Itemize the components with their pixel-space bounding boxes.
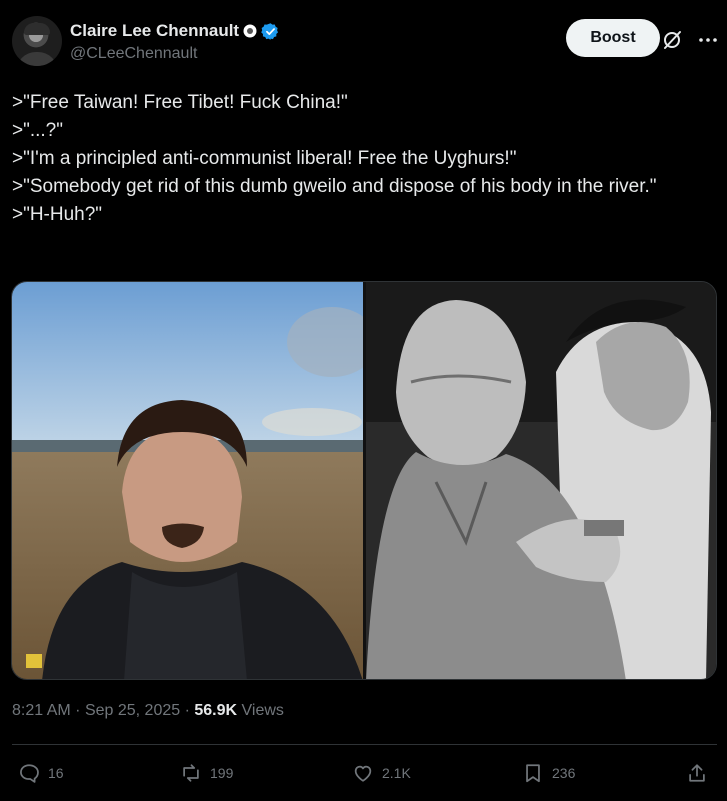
- avatar[interactable]: [12, 16, 62, 66]
- post-line: >"...?": [12, 120, 63, 141]
- reply-count: 16: [48, 765, 64, 781]
- bookmark-button[interactable]: 236: [522, 762, 575, 784]
- repost-count: 199: [210, 765, 234, 781]
- post-date[interactable]: Sep 25, 2025: [85, 702, 180, 719]
- heart-icon: [354, 765, 372, 782]
- bookmark-count: 236: [552, 765, 576, 781]
- affiliate-badge-icon: [243, 24, 257, 38]
- share-button[interactable]: [686, 762, 708, 784]
- like-button[interactable]: 2.1K: [352, 762, 411, 784]
- views-label: Views: [241, 702, 284, 719]
- reply-button[interactable]: 16: [18, 762, 64, 784]
- author-names: Claire Lee Chennault @CLeeChennault: [70, 21, 280, 63]
- more-options-icon[interactable]: [696, 28, 720, 52]
- meta-separator: ·: [75, 702, 81, 719]
- display-name-row: Claire Lee Chennault: [70, 21, 280, 41]
- post-container: Claire Lee Chennault @CLeeChennault Boos…: [0, 0, 727, 801]
- post-line: >"H-Huh?": [12, 204, 103, 225]
- views-count: 56.9K: [194, 702, 238, 719]
- display-name[interactable]: Claire Lee Chennault: [70, 21, 239, 41]
- post-line: >"Somebody get rid of this dumb gweilo a…: [12, 176, 657, 197]
- divider: [12, 744, 717, 745]
- post-meta: 8:21 AM · Sep 25, 2025 · 56.9K Views: [12, 702, 284, 720]
- share-icon: [689, 764, 705, 782]
- post-line: >"Free Taiwan! Free Tibet! Fuck China!": [12, 92, 348, 113]
- author-handle[interactable]: @CLeeChennault: [70, 45, 280, 63]
- photo-left[interactable]: [12, 282, 363, 679]
- boost-button[interactable]: Boost: [566, 19, 660, 57]
- photo-right[interactable]: [366, 282, 716, 679]
- like-count: 2.1K: [382, 765, 411, 781]
- grok-icon[interactable]: [660, 28, 684, 52]
- reply-icon: [20, 764, 39, 783]
- bookmark-icon: [526, 764, 540, 783]
- post-time[interactable]: 8:21 AM: [12, 702, 71, 719]
- post-text: >"Free Taiwan! Free Tibet! Fuck China!" …: [12, 89, 712, 229]
- avatar-shoulders: [16, 52, 58, 66]
- avatar-cap: [24, 23, 50, 35]
- repost-button[interactable]: 199: [180, 762, 233, 784]
- post-header: Claire Lee Chennault @CLeeChennault Boos…: [12, 14, 717, 70]
- meta-separator: ·: [184, 702, 190, 719]
- action-bar: 16 199 2.1K 236: [0, 762, 727, 790]
- repost-icon: [183, 764, 199, 782]
- media-container: [11, 281, 717, 680]
- verified-badge-icon: [261, 22, 280, 41]
- post-line: >"I'm a principled anti-communist libera…: [12, 148, 517, 169]
